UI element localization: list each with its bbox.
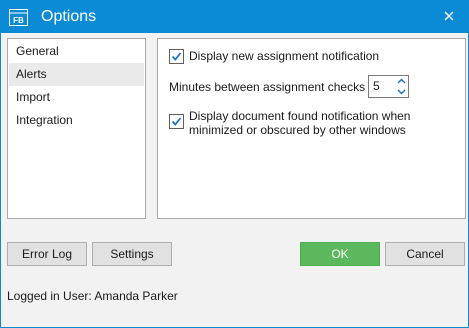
close-icon[interactable] [440, 7, 458, 25]
sidebar-item-integration[interactable]: Integration [9, 109, 144, 132]
options-window: FB Options General Alerts Import Integra… [0, 0, 469, 328]
checkmark-icon [171, 52, 182, 61]
spin-down-icon[interactable] [395, 87, 407, 97]
logged-in-user-status: Logged in User: Amanda Parker [7, 289, 178, 303]
options-category-list: General Alerts Import Integration [7, 38, 146, 219]
display-document-found-label-line1: Display document found notification when [189, 109, 411, 123]
minutes-between-checks-label: Minutes between assignment checks [169, 80, 366, 94]
title-bar: FB Options [1, 1, 468, 33]
spin-up-icon[interactable] [395, 76, 407, 86]
settings-button[interactable]: Settings [92, 242, 172, 266]
display-new-assignment-checkbox[interactable] [169, 49, 184, 64]
ok-button[interactable]: OK [300, 242, 380, 266]
svg-text:FB: FB [13, 16, 24, 25]
display-document-found-checkbox[interactable] [169, 114, 184, 129]
fb-app-icon: FB [9, 9, 28, 26]
display-new-assignment-label: Display new assignment notification [189, 49, 380, 63]
error-log-button[interactable]: Error Log [7, 242, 87, 266]
cancel-button[interactable]: Cancel [385, 242, 465, 266]
sidebar-item-alerts[interactable]: Alerts [9, 63, 144, 86]
checkmark-icon [171, 117, 182, 126]
display-document-found-label-line2: minimized or obscured by other windows [189, 123, 406, 137]
sidebar-item-general[interactable]: General [9, 40, 144, 63]
window-title: Options [41, 8, 97, 25]
sidebar-item-import[interactable]: Import [9, 86, 144, 109]
alerts-panel: Display new assignment notification Minu… [157, 38, 466, 219]
